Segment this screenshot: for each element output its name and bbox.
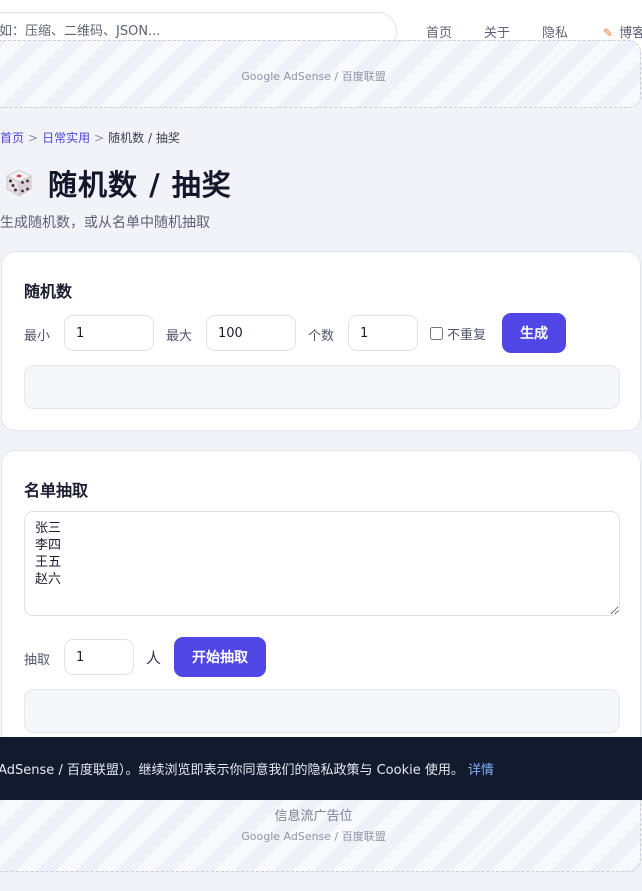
min-input[interactable] — [64, 315, 154, 351]
cookie-message: e AdSense / 百度联盟）。继续浏览即表示你同意我们的隐私政策与 Coo… — [0, 759, 494, 778]
generate-button[interactable]: 生成 — [502, 313, 566, 353]
draw-label: 抽取 — [24, 653, 51, 668]
nav-blog-label: 博客 — [619, 26, 642, 41]
draw-result — [24, 689, 620, 733]
title-row: 随机数 / 抽奖 — [4, 162, 232, 204]
unique-label: 不重复 — [447, 328, 487, 343]
nav-home[interactable]: 首页 — [426, 22, 452, 41]
breadcrumb-current: 随机数 / 抽奖 — [108, 131, 180, 145]
page-title: 随机数 / 抽奖 — [48, 168, 232, 202]
dice-icon — [6, 169, 32, 197]
unit-label: 人 — [146, 649, 162, 667]
random-card-title: 随机数 — [24, 282, 73, 301]
cookie-details-link[interactable]: 详情 — [468, 763, 494, 778]
breadcrumb-home[interactable]: 首页 — [0, 131, 24, 145]
name-draw-card: 名单抽取 抽取 人 开始抽取 — [1, 450, 641, 750]
min-label: 最小 — [24, 329, 51, 344]
breadcrumb-category[interactable]: 日常实用 — [42, 131, 90, 145]
breadcrumb: 首页 > 日常实用 > 随机数 / 抽奖 — [0, 129, 180, 146]
draw-card-title: 名单抽取 — [24, 481, 89, 500]
memo-icon: ✎ — [603, 26, 614, 40]
random-number-card: 随机数 最小 最大 个数 不重复 生成 — [1, 251, 641, 431]
breadcrumb-sep: > — [28, 131, 39, 145]
random-result — [24, 365, 620, 409]
cookie-text: e AdSense / 百度联盟）。继续浏览即表示你同意我们的隐私政策与 Coo… — [0, 763, 464, 778]
unique-checkbox[interactable] — [430, 327, 443, 340]
ad-banner-top: Google AdSense / 百度联盟 — [0, 40, 641, 108]
names-textarea[interactable] — [24, 511, 620, 616]
ad-bottom-title: 信息流广告位 — [274, 809, 353, 824]
page-subtitle: 生成随机数，或从名单中随机抽取 — [0, 215, 210, 231]
max-label: 最大 — [166, 329, 193, 344]
nav-privacy[interactable]: 隐私 — [542, 22, 568, 41]
max-input[interactable] — [206, 315, 296, 351]
ad-bottom-sub: Google AdSense / 百度联盟 — [241, 830, 386, 843]
draw-count-input[interactable] — [64, 639, 134, 675]
cookie-banner: e AdSense / 百度联盟）。继续浏览即表示你同意我们的隐私政策与 Coo… — [0, 737, 642, 800]
unique-option[interactable]: 不重复 — [430, 324, 486, 343]
ad-top-sub: Google AdSense / 百度联盟 — [241, 70, 386, 83]
breadcrumb-sep: > — [94, 131, 105, 145]
nav-blog[interactable]: ✎ 博客 — [603, 22, 642, 41]
nav-about[interactable]: 关于 — [484, 22, 510, 41]
start-draw-button[interactable]: 开始抽取 — [174, 637, 266, 677]
count-label: 个数 — [308, 329, 335, 344]
count-input[interactable] — [348, 315, 418, 351]
